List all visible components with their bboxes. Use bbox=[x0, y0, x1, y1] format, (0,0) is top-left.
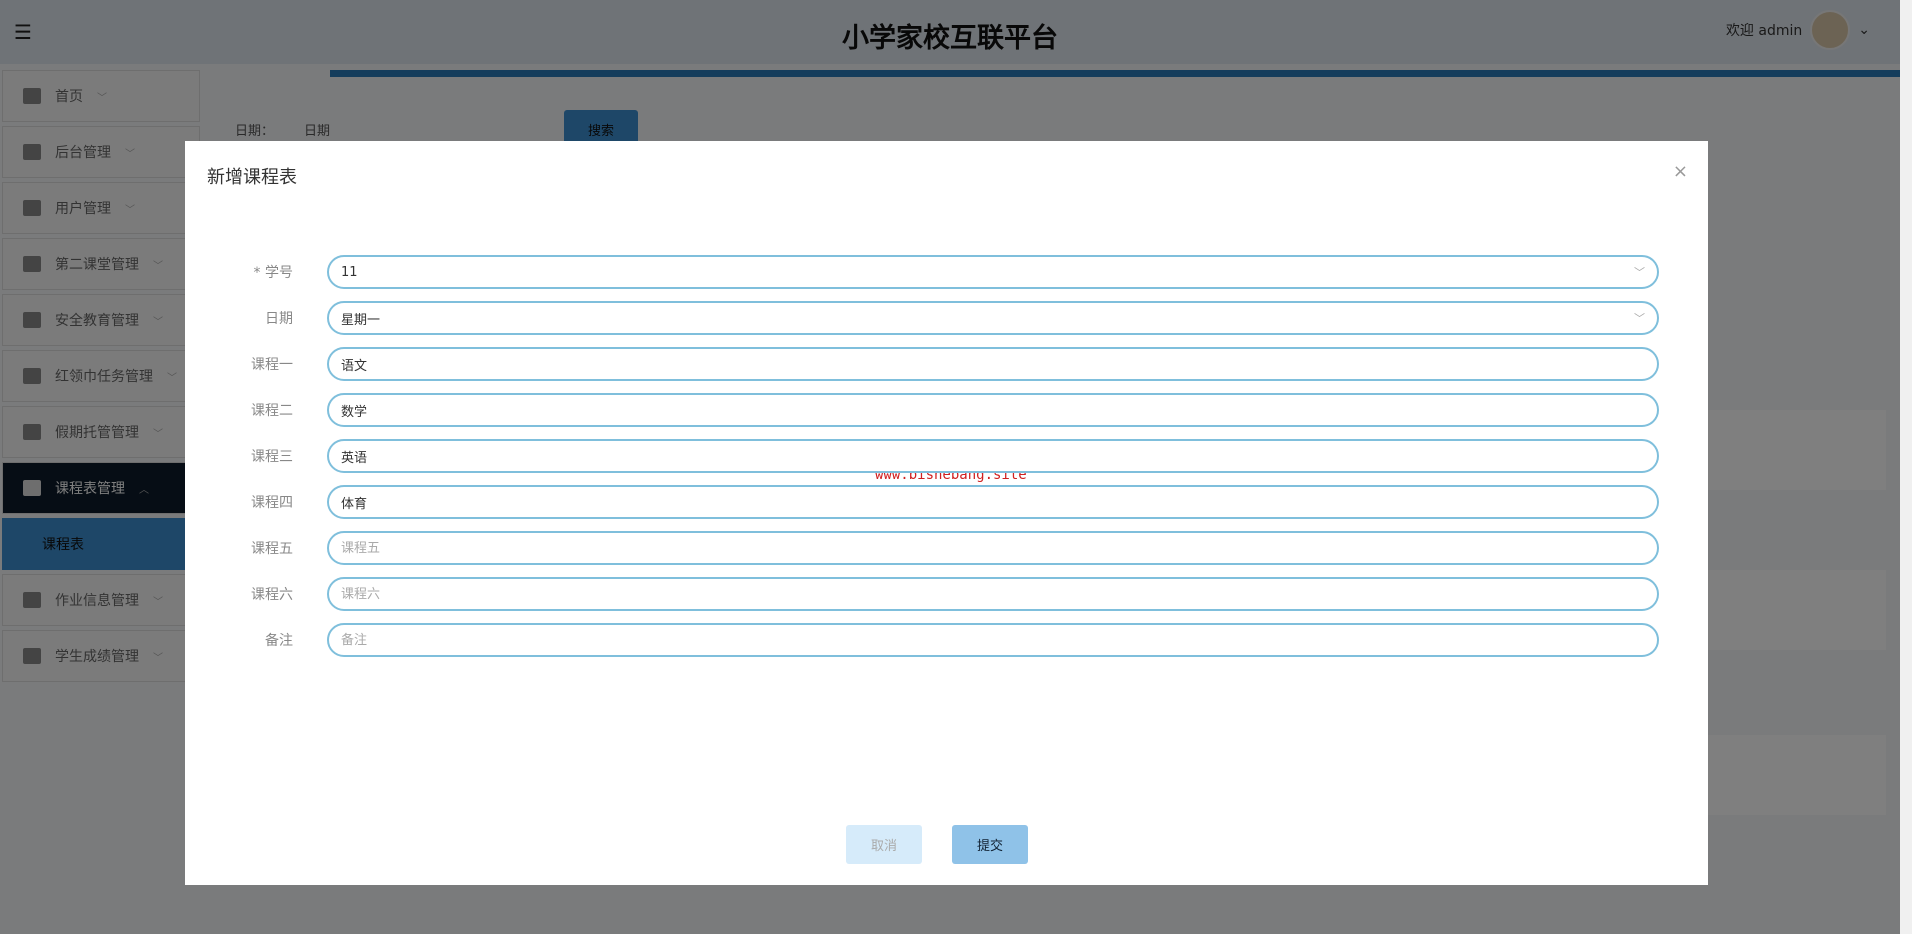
form-row: 日期 星期一 ﹀ bbox=[185, 301, 1708, 335]
field-label: 课程六 bbox=[251, 587, 293, 603]
form-row: 课程五 bbox=[185, 531, 1708, 565]
form-row: 课程一 bbox=[185, 347, 1708, 381]
form-row: * 学号 11 ﹀ bbox=[185, 255, 1708, 289]
field-label: 课程二 bbox=[251, 403, 293, 419]
field-label: 日期 bbox=[265, 311, 293, 327]
add-schedule-dialog: 新增课程表 × www.bishebang.site 取消 提交 * 学号 11 ﹀… bbox=[185, 141, 1708, 885]
form-row: 课程六 bbox=[185, 577, 1708, 611]
scrollbar[interactable] bbox=[1900, 0, 1912, 934]
field-label: 课程三 bbox=[251, 449, 293, 465]
select-field[interactable]: 11 ﹀ bbox=[327, 255, 1659, 289]
chevron-down-icon: ﹀ bbox=[1634, 312, 1645, 325]
form-row: 课程四 bbox=[185, 485, 1708, 519]
submit-button[interactable]: 提交 bbox=[952, 825, 1028, 864]
course-input[interactable] bbox=[327, 577, 1659, 611]
close-icon[interactable]: × bbox=[1673, 161, 1688, 182]
select-value: 11 bbox=[341, 264, 358, 280]
field-label: 课程五 bbox=[251, 541, 293, 557]
field-label: 课程四 bbox=[251, 495, 293, 511]
course-input[interactable] bbox=[327, 623, 1659, 657]
chevron-down-icon: ﹀ bbox=[1634, 266, 1645, 279]
course-input[interactable] bbox=[327, 485, 1659, 519]
field-label: 备注 bbox=[265, 633, 293, 649]
select-field[interactable]: 星期一 ﹀ bbox=[327, 301, 1659, 335]
course-input[interactable] bbox=[327, 531, 1659, 565]
form-row: 课程二 bbox=[185, 393, 1708, 427]
form-row: 课程三 bbox=[185, 439, 1708, 473]
course-input[interactable] bbox=[327, 439, 1659, 473]
dialog-title: 新增课程表 bbox=[207, 167, 297, 188]
select-value: 星期一 bbox=[341, 312, 381, 328]
form-row: 备注 bbox=[185, 623, 1708, 657]
field-label: * 学号 bbox=[253, 265, 293, 281]
field-label: 课程一 bbox=[251, 357, 293, 373]
course-input[interactable] bbox=[327, 393, 1659, 427]
cancel-button[interactable]: 取消 bbox=[846, 825, 922, 864]
course-input[interactable] bbox=[327, 347, 1659, 381]
